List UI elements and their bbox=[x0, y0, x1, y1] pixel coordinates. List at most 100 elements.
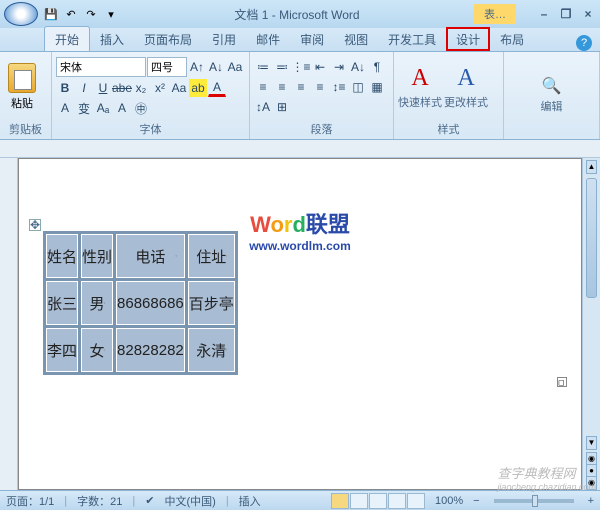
table-cell[interactable]: 住址 bbox=[188, 234, 235, 278]
increase-indent-button[interactable]: ⇥ bbox=[330, 58, 348, 76]
tab-view[interactable]: 视图 bbox=[334, 27, 378, 51]
web-layout-view[interactable] bbox=[369, 493, 387, 509]
zoom-knob[interactable] bbox=[532, 495, 538, 507]
enclose-char-button[interactable]: ㊥ bbox=[132, 99, 150, 117]
font-name-select[interactable] bbox=[56, 57, 146, 77]
grow-font-icon[interactable]: A↑ bbox=[188, 58, 206, 76]
zoom-in-button[interactable]: + bbox=[588, 495, 594, 507]
clear-format-icon[interactable]: Aa bbox=[226, 58, 244, 76]
horizontal-ruler[interactable] bbox=[0, 140, 600, 158]
table-cell[interactable]: 姓名 bbox=[46, 234, 78, 278]
sort-button[interactable]: A↓ bbox=[349, 58, 367, 76]
status-page[interactable]: 页面：1/1 bbox=[6, 493, 54, 509]
restore-button[interactable]: ❐ bbox=[558, 7, 574, 21]
tab-references[interactable]: 引用 bbox=[202, 27, 246, 51]
snap-grid-button[interactable]: ⊞ bbox=[273, 98, 291, 116]
table-cell[interactable]: 女 bbox=[81, 328, 113, 372]
vertical-ruler[interactable] bbox=[0, 158, 18, 490]
spellcheck-icon[interactable]: ✔ bbox=[145, 494, 154, 507]
tab-design[interactable]: 设计 bbox=[446, 27, 490, 51]
bullets-button[interactable]: ≔ bbox=[254, 58, 272, 76]
change-styles-button[interactable]: A 更改样式 bbox=[444, 65, 488, 110]
zoom-level[interactable]: 100% bbox=[435, 495, 463, 507]
char-border-button[interactable]: Aₐ bbox=[94, 99, 112, 117]
zoom-out-button[interactable]: − bbox=[473, 495, 479, 507]
zoom-slider[interactable] bbox=[494, 499, 574, 503]
align-left-button[interactable]: ≡ bbox=[254, 78, 272, 96]
vertical-scrollbar[interactable]: ▲ ▼ ◉ ● ◉ bbox=[582, 158, 600, 490]
scroll-down-icon[interactable]: ▼ bbox=[586, 436, 597, 450]
tab-home[interactable]: 开始 bbox=[44, 26, 90, 51]
align-right-button[interactable]: ≡ bbox=[292, 78, 310, 96]
line-spacing-button[interactable]: ↕≡ bbox=[330, 78, 348, 96]
phonetic-button[interactable]: 变 bbox=[75, 99, 93, 117]
font-size-select[interactable] bbox=[147, 57, 187, 77]
table-resize-handle[interactable]: ◻ bbox=[557, 377, 567, 387]
paste-button[interactable]: 粘贴 bbox=[4, 63, 40, 111]
table-cell[interactable]: 性别 bbox=[81, 234, 113, 278]
table-cell[interactable]: 张三 bbox=[46, 281, 78, 325]
text-effect-button[interactable]: A bbox=[56, 99, 74, 117]
document-page[interactable]: Word联盟 www.wordlm.com ✥ 姓名 性别 电话 住址 张三 男… bbox=[18, 158, 582, 490]
text-direction-button[interactable]: ↕A bbox=[254, 98, 272, 116]
tab-developer[interactable]: 开发工具 bbox=[378, 27, 446, 51]
table-cell[interactable]: 86868686 bbox=[116, 281, 185, 325]
minimize-button[interactable]: – bbox=[536, 7, 552, 21]
tab-insert[interactable]: 插入 bbox=[90, 27, 134, 51]
underline-button[interactable]: U bbox=[94, 79, 112, 97]
draft-view[interactable] bbox=[407, 493, 425, 509]
change-case-button[interactable]: Aa bbox=[170, 79, 188, 97]
table-cell[interactable]: 男 bbox=[81, 281, 113, 325]
bold-button[interactable]: B bbox=[56, 79, 74, 97]
char-shading-button[interactable]: A bbox=[113, 99, 131, 117]
font-color-button[interactable]: A bbox=[208, 79, 226, 97]
scroll-up-icon[interactable]: ▲ bbox=[586, 160, 597, 174]
window-title: 文档 1 - Microsoft Word bbox=[120, 6, 474, 23]
close-button[interactable]: × bbox=[580, 7, 596, 21]
multilevel-button[interactable]: ⋮≡ bbox=[292, 58, 310, 76]
quick-styles-button[interactable]: A 快速样式 bbox=[398, 65, 442, 110]
subscript-button[interactable]: x₂ bbox=[132, 79, 150, 97]
fullscreen-view[interactable] bbox=[350, 493, 368, 509]
table-cell[interactable]: 百步亭 bbox=[188, 281, 235, 325]
shading-button[interactable]: ◫ bbox=[349, 78, 367, 96]
tab-page-layout[interactable]: 页面布局 bbox=[134, 27, 202, 51]
strike-button[interactable]: abe bbox=[113, 79, 131, 97]
document-table[interactable]: 姓名 性别 电话 住址 张三 男 86868686 百步亭 李四 女 82828… bbox=[43, 231, 238, 375]
redo-icon[interactable]: ↷ bbox=[82, 5, 100, 23]
table-cell[interactable]: 82828282 bbox=[116, 328, 185, 372]
outline-view[interactable] bbox=[388, 493, 406, 509]
superscript-button[interactable]: x² bbox=[151, 79, 169, 97]
editing-label: 编辑 bbox=[541, 98, 563, 114]
qat-more-icon[interactable]: ▾ bbox=[102, 5, 120, 23]
print-layout-view[interactable] bbox=[331, 493, 349, 509]
table-cell[interactable]: 电话 bbox=[116, 234, 185, 278]
help-icon[interactable]: ? bbox=[576, 35, 592, 51]
align-center-button[interactable]: ≡ bbox=[273, 78, 291, 96]
editing-button[interactable]: 🔍 编辑 bbox=[530, 76, 574, 114]
scroll-thumb[interactable] bbox=[586, 178, 597, 298]
undo-icon[interactable]: ↶ bbox=[62, 5, 80, 23]
numbering-button[interactable]: ≕ bbox=[273, 58, 291, 76]
credit-watermark: 查字典教程网 jiaocheng.chazidian.com bbox=[497, 463, 596, 492]
office-button[interactable] bbox=[4, 2, 38, 26]
decrease-indent-button[interactable]: ⇤ bbox=[311, 58, 329, 76]
tab-mailings[interactable]: 邮件 bbox=[246, 27, 290, 51]
italic-button[interactable]: I bbox=[75, 79, 93, 97]
status-insert-mode[interactable]: 插入 bbox=[239, 493, 261, 509]
tab-review[interactable]: 审阅 bbox=[290, 27, 334, 51]
tab-layout[interactable]: 布局 bbox=[490, 27, 534, 51]
highlight-button[interactable]: ab bbox=[189, 79, 207, 97]
shrink-font-icon[interactable]: A↓ bbox=[207, 58, 225, 76]
table-cell[interactable]: 永清 bbox=[188, 328, 235, 372]
table-cell[interactable]: 李四 bbox=[46, 328, 78, 372]
status-language[interactable]: 中文(中国) bbox=[164, 493, 215, 509]
ribbon: 粘贴 剪贴板 A↑ A↓ Aa B I U abe x₂ bbox=[0, 52, 600, 140]
borders-button[interactable]: ▦ bbox=[368, 78, 386, 96]
save-icon[interactable]: 💾 bbox=[42, 5, 60, 23]
view-buttons bbox=[331, 493, 425, 509]
justify-button[interactable]: ≡ bbox=[311, 78, 329, 96]
show-marks-button[interactable]: ¶ bbox=[368, 58, 386, 76]
status-wordcount[interactable]: 字数：21 bbox=[77, 493, 122, 509]
table-move-handle[interactable]: ✥ bbox=[29, 219, 41, 231]
